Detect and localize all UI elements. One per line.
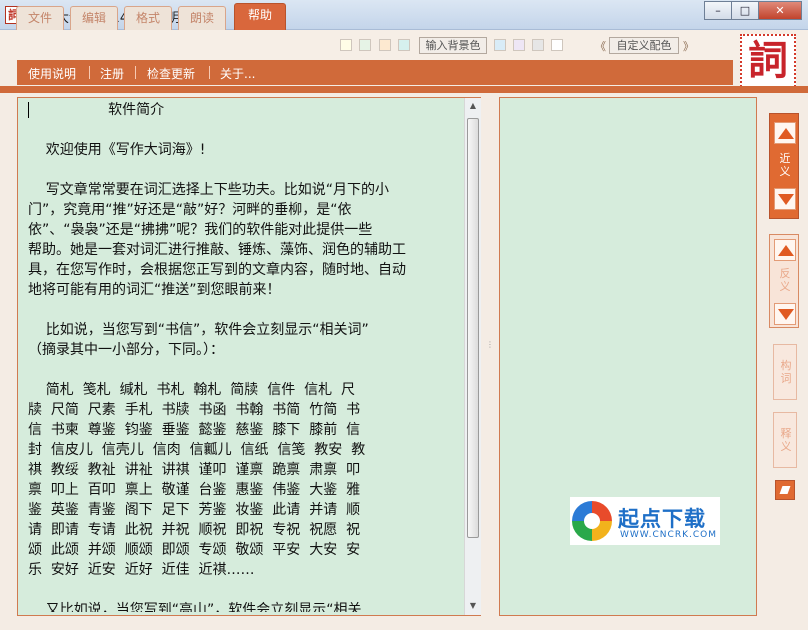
edit-icon[interactable] bbox=[775, 480, 795, 500]
document-line: 欢迎使用《写作大词海》! bbox=[28, 142, 206, 158]
wordform-button[interactable]: 构词 bbox=[773, 344, 797, 400]
scroll-down-icon[interactable]: ▼ bbox=[465, 598, 481, 614]
document-line: 比如说，当您写到“书信”，软件会立刻显示“相关词” bbox=[28, 322, 369, 338]
document-line: 简札 笺札 缄札 书札 翰札 简牍 信件 信札 尺 bbox=[28, 382, 356, 398]
document-line: 依”、“袅袅”还是“拂拂”呢？我们的软件能对此提供一些 bbox=[28, 222, 373, 238]
panel-splitter[interactable]: ⋮ bbox=[486, 340, 494, 360]
bg-swatch-2[interactable] bbox=[359, 39, 371, 51]
fg-swatch-2[interactable] bbox=[513, 39, 525, 51]
title-bar: 詞 写作大词海2014 - 清风明月版 – □ ✕ bbox=[0, 0, 808, 30]
document-line: （摘录其中一小部分，下同。）： bbox=[28, 342, 224, 358]
fg-swatch-3[interactable] bbox=[532, 39, 544, 51]
tab-file[interactable]: 文件 bbox=[16, 6, 64, 30]
app-logo: 詞 bbox=[740, 34, 796, 90]
explain-label: 释义 bbox=[780, 427, 792, 453]
input-bg-color-button[interactable]: 输入背景色 bbox=[419, 37, 487, 54]
document-text[interactable]: 软件简介 欢迎使用《写作大词海》! 写文章常常要在词汇选择上下些功夫。比如说“月… bbox=[28, 100, 464, 612]
document-line: 写文章常常要在词汇选择上下些功夫。比如说“月下的小 bbox=[28, 182, 390, 198]
menu-check-update[interactable]: 检查更新 bbox=[147, 65, 195, 82]
custom-color-button[interactable]: 自定义配色 bbox=[609, 37, 679, 54]
tab-edit[interactable]: 编辑 bbox=[70, 6, 118, 30]
fg-swatch-4[interactable] bbox=[551, 39, 563, 51]
fg-swatch-1[interactable] bbox=[494, 39, 506, 51]
document-line: 具，在您写作时，会根据您正写到的文章内容，随时地、自动 bbox=[28, 262, 406, 278]
prev-color-button[interactable]: 《 bbox=[595, 38, 606, 54]
bg-swatch-3[interactable] bbox=[379, 39, 391, 51]
synonym-prev-button[interactable] bbox=[774, 122, 796, 144]
bg-swatch-4[interactable] bbox=[398, 39, 410, 51]
explain-button[interactable]: 释义 bbox=[773, 412, 797, 468]
antonym-group: 反义 bbox=[769, 234, 799, 328]
antonym-label[interactable]: 反义 bbox=[778, 267, 792, 293]
document-line: 信 书柬 尊鉴 钧鉴 垂鉴 懿鉴 慈鉴 膝下 膝前 信 bbox=[28, 422, 361, 438]
bg-swatch-1[interactable] bbox=[340, 39, 352, 51]
document-line: 颂 此颂 并颂 顺颂 即颂 专颂 敬颂 平安 大安 安 bbox=[28, 542, 361, 558]
tab-format[interactable]: 格式 bbox=[124, 6, 172, 30]
menu-separator bbox=[89, 66, 90, 79]
watermark: 起点下载 WWW.CNCRK.COM bbox=[570, 497, 720, 545]
antonym-prev-button[interactable] bbox=[774, 239, 796, 261]
document-line: 鉴 英鉴 青鉴 阁下 足下 芳鉴 妆鉴 此请 并请 顺 bbox=[28, 502, 361, 518]
next-color-button[interactable]: 》 bbox=[683, 38, 694, 54]
document-line: 请 即请 专请 此祝 并祝 顺祝 即祝 专祝 祝愿 祝 bbox=[28, 522, 361, 538]
menu-bar: 使用说明 注册 检查更新 关于... bbox=[17, 60, 733, 85]
synonym-group: 近义 bbox=[769, 113, 799, 219]
document-line: 牍 尺简 尺素 手札 书牍 书函 书翰 书简 竹简 书 bbox=[28, 402, 361, 418]
watermark-logo-icon bbox=[572, 501, 612, 541]
watermark-url: WWW.CNCRK.COM bbox=[620, 530, 717, 540]
vertical-scrollbar[interactable]: ▲ ▼ bbox=[464, 98, 481, 615]
window-controls: – □ ✕ bbox=[704, 1, 802, 20]
document-line: 乐 安好 近安 近好 近佳 近祺…… bbox=[28, 562, 255, 578]
menu-separator bbox=[209, 66, 210, 79]
synonym-next-button[interactable] bbox=[774, 188, 796, 210]
document-line: 地将可能有用的词汇“推送”到您眼前来！ bbox=[28, 282, 281, 298]
document-line: 禀 叩上 百叩 禀上 敬谨 台鉴 惠鉴 伟鉴 大鉴 雅 bbox=[28, 482, 361, 498]
tab-read-aloud[interactable]: 朗读 bbox=[178, 6, 226, 30]
menu-usage[interactable]: 使用说明 bbox=[28, 65, 76, 82]
close-button[interactable]: ✕ bbox=[758, 1, 802, 20]
editor-panel: 软件简介 欢迎使用《写作大词海》! 写文章常常要在词汇选择上下些功夫。比如说“月… bbox=[17, 97, 481, 616]
scroll-up-icon[interactable]: ▲ bbox=[465, 98, 481, 114]
maximize-button[interactable]: □ bbox=[731, 1, 759, 20]
document-line: 又比如说，当您写到“高山”，软件会立刻显示“相关 bbox=[28, 602, 362, 612]
document-line: 软件简介 bbox=[28, 102, 165, 118]
document-line: 帮助。她是一套对词汇进行推敲、锤炼、藻饰、润色的辅助工 bbox=[28, 242, 406, 258]
header-divider bbox=[0, 86, 808, 93]
document-line: 门”，究竟用“推”好还是“敲”好？河畔的垂柳，是“依 bbox=[28, 202, 352, 218]
tab-help[interactable]: 帮助 bbox=[234, 3, 286, 30]
menu-about[interactable]: 关于... bbox=[220, 65, 255, 82]
document-line: 祺 教绥 教祉 讲祉 讲祺 谨叩 谨禀 跪禀 肃禀 叩 bbox=[28, 462, 361, 478]
antonym-next-button[interactable] bbox=[774, 303, 796, 325]
scrollbar-thumb[interactable] bbox=[467, 118, 479, 538]
wordform-label: 构词 bbox=[780, 359, 792, 385]
menu-register[interactable]: 注册 bbox=[100, 65, 124, 82]
synonym-label[interactable]: 近义 bbox=[778, 152, 792, 178]
menu-separator bbox=[135, 66, 136, 79]
document-line: 封 信皮儿 信壳儿 信肉 信瓤儿 信纸 信笺 教安 教 bbox=[28, 442, 366, 458]
watermark-text: 起点下载 bbox=[618, 507, 706, 531]
minimize-button[interactable]: – bbox=[704, 1, 732, 20]
